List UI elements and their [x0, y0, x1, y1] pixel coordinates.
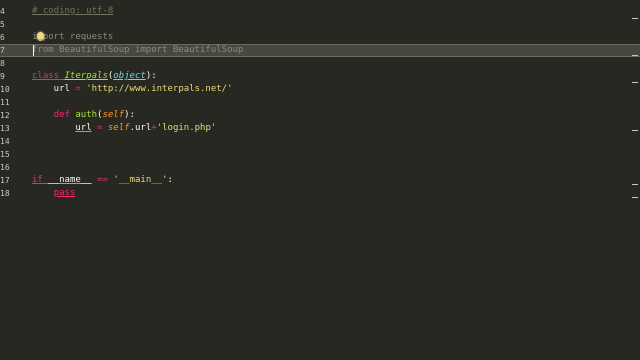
- minimap-marker: [632, 197, 638, 198]
- line-code[interactable]: import requests: [32, 31, 113, 44]
- line-number: 6: [0, 33, 5, 42]
- code-line[interactable]: 10 url = 'http://www.interpals.net/': [0, 83, 640, 96]
- line-number: 5: [0, 20, 5, 29]
- code-line[interactable]: 14: [0, 135, 640, 148]
- minimap-marker: [632, 18, 638, 19]
- code-token: __name__: [48, 175, 92, 185]
- code-line[interactable]: 12 def auth(self):: [0, 109, 640, 122]
- minimap-marker: [632, 130, 638, 131]
- code-token: =: [75, 84, 87, 94]
- code-token: import requests: [32, 32, 114, 42]
- code-token: ==: [91, 175, 114, 185]
- line-number: 12: [0, 111, 10, 120]
- line-number: 18: [0, 189, 10, 198]
- line-code[interactable]: url = self.url+'login.php': [32, 122, 216, 135]
- code-line[interactable]: 17 if __name__ == '__main__':: [0, 174, 640, 187]
- line-number: 11: [0, 98, 10, 107]
- line-code[interactable]: class Iterpals(object):: [32, 70, 157, 83]
- minimap-marker: [632, 82, 638, 83]
- code-token: class: [32, 71, 65, 81]
- code-token: if: [32, 175, 49, 185]
- code-token: '__main__': [113, 175, 168, 185]
- code-token: =: [91, 123, 108, 133]
- code-token: pass: [53, 188, 76, 198]
- line-number: 14: [0, 137, 10, 146]
- code-line[interactable]: 7 from BeautifulSoup import BeautifulSoup: [0, 44, 640, 57]
- line-number: 4: [0, 7, 5, 16]
- code-line[interactable]: 16: [0, 161, 640, 174]
- code-token: 'login.php': [156, 123, 217, 133]
- line-number: 9: [0, 72, 5, 81]
- lightbulb-icon[interactable]: [37, 32, 44, 41]
- code-token: 'http://www.interpals.net/': [86, 84, 233, 94]
- code-line[interactable]: 5: [0, 18, 640, 31]
- code-token: auth: [75, 110, 98, 120]
- code-editor[interactable]: 4 # coding: utf-8 5 6 import requests 7 from B…: [0, 0, 640, 360]
- code-line[interactable]: 6 import requests: [0, 31, 640, 44]
- code-line[interactable]: 18 pass: [0, 187, 640, 200]
- code-token: :: [167, 175, 173, 185]
- code-token: url: [75, 123, 92, 133]
- minimap-marker: [632, 55, 638, 56]
- code-line[interactable]: 4 # coding: utf-8: [0, 5, 640, 18]
- line-number: 13: [0, 124, 10, 133]
- code-token: # coding: utf-8: [32, 6, 114, 16]
- code-token: object: [113, 71, 146, 81]
- line-number: 7: [0, 46, 5, 55]
- line-number: 17: [0, 176, 10, 185]
- code-line[interactable]: 15: [0, 148, 640, 161]
- text-cursor: [33, 45, 34, 56]
- line-code[interactable]: def auth(self):: [32, 109, 135, 122]
- code-token: Iterpals: [64, 71, 108, 81]
- code-token: url: [32, 84, 76, 94]
- code-line[interactable]: 8: [0, 57, 640, 70]
- line-code[interactable]: url = 'http://www.interpals.net/': [32, 83, 233, 96]
- code-line[interactable]: 11: [0, 96, 640, 109]
- code-line[interactable]: 9 class Iterpals(object):: [0, 70, 640, 83]
- code-token: from BeautifulSoup import BeautifulSoup: [32, 45, 244, 55]
- code-token: def: [32, 110, 76, 120]
- line-code[interactable]: if __name__ == '__main__':: [32, 174, 173, 187]
- code-token: .url: [129, 123, 152, 133]
- minimap-marker: [632, 184, 638, 185]
- line-number: 10: [0, 85, 10, 94]
- code-token: ):: [124, 110, 135, 120]
- line-code[interactable]: pass: [32, 187, 76, 200]
- code-token: self: [107, 123, 130, 133]
- line-number: 8: [0, 59, 5, 68]
- code-line[interactable]: 13 url = self.url+'login.php': [0, 122, 640, 135]
- code-token: self: [102, 110, 125, 120]
- line-number: 15: [0, 150, 10, 159]
- line-code[interactable]: from BeautifulSoup import BeautifulSoup: [32, 45, 243, 56]
- line-number: 16: [0, 163, 10, 172]
- code-token: ):: [145, 71, 157, 81]
- line-code[interactable]: # coding: utf-8: [32, 5, 113, 18]
